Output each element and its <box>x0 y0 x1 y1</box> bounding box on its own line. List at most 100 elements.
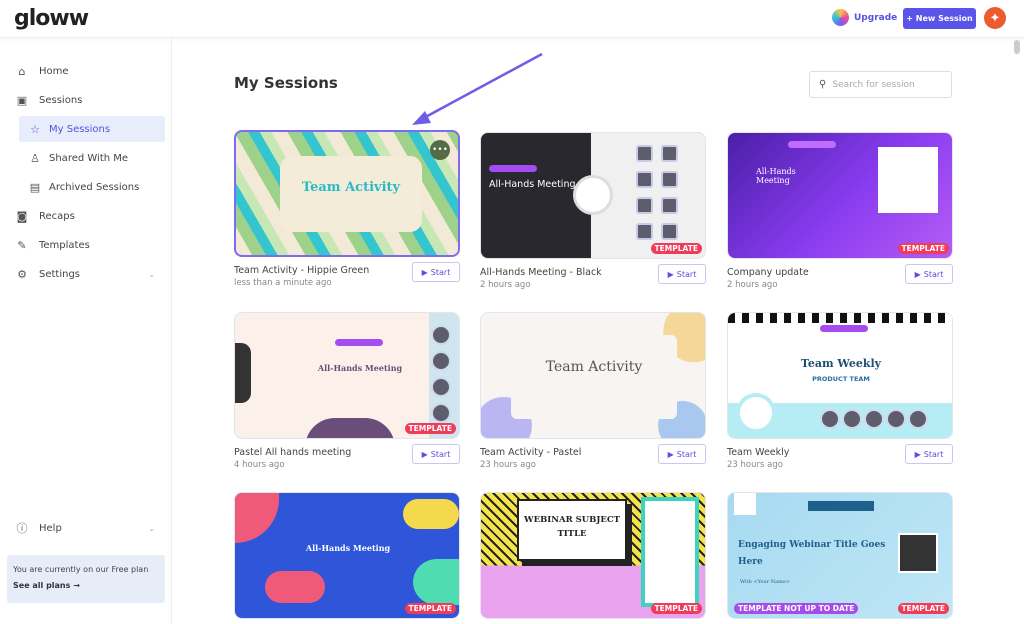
help-icon: ⓘ <box>16 522 28 535</box>
archive-icon: ▤ <box>29 180 41 194</box>
session-time: 2 hours ago <box>727 280 778 290</box>
session-thumbnail[interactable]: Team Weekly PRODUCT TEAM <box>727 312 953 439</box>
play-icon: ▶ <box>914 269 921 279</box>
session-title[interactable]: Team Activity - Pastel <box>480 447 581 458</box>
session-time: 23 hours ago <box>727 460 783 470</box>
participant-circle <box>431 377 451 397</box>
session-title[interactable]: Pastel All hands meeting <box>234 447 351 458</box>
template-badge: TEMPLATE <box>897 603 949 614</box>
start-button[interactable]: ▶ Start <box>412 262 460 282</box>
thumb-subtitle: With <Your Name> <box>740 579 790 585</box>
shape <box>235 343 251 403</box>
thumb-title: WEBINAR SUBJECT TITLE <box>524 515 620 539</box>
session-time: 4 hours ago <box>234 460 285 470</box>
participant-circle <box>908 409 928 429</box>
sidebar-item-shared-with-me[interactable]: ♙ Shared With Me <box>6 145 165 171</box>
camera-circle <box>736 393 776 433</box>
sidebar-item-settings[interactable]: ⚙ Settings ⌄ <box>6 261 165 287</box>
start-button[interactable]: ▶ Start <box>412 444 460 464</box>
sidebar-item-archived-sessions[interactable]: ▤ Archived Sessions <box>6 174 165 200</box>
upgrade-label: Upgrade <box>854 12 898 23</box>
label: Shared With Me <box>49 152 129 164</box>
chevron-down-icon: ⌄ <box>148 269 155 279</box>
label: Help <box>39 522 62 534</box>
avatar[interactable]: ✦ <box>984 7 1006 29</box>
shape <box>235 493 279 543</box>
chevron-down-icon: ⌄ <box>148 523 155 533</box>
session-card[interactable]: Team Activity ••• Team Activity - Hippie… <box>234 130 460 288</box>
gloww-logo[interactable]: gloww <box>14 6 89 31</box>
participant-circle <box>886 409 906 429</box>
session-card[interactable]: WEBINAR SUBJECT TITLE TEMPLATE <box>480 492 706 619</box>
participant-tile <box>661 223 678 240</box>
session-thumbnail[interactable]: All-Hands Meeting TEMPLATE <box>234 312 460 439</box>
participant-tile <box>636 171 653 188</box>
scrollbar[interactable] <box>1014 40 1020 54</box>
new-session-button[interactable]: + New Session <box>903 8 976 29</box>
session-card[interactable]: Team Activity Team Activity - Pastel 23 … <box>480 312 706 470</box>
session-card[interactable]: All-Hands Meeting TEMPLATE Pastel All ha… <box>234 312 460 470</box>
session-title[interactable]: Company update <box>727 267 809 278</box>
participant-circle <box>842 409 862 429</box>
start-button[interactable]: ▶ Start <box>658 264 706 284</box>
camera-circle <box>573 175 613 215</box>
checker-strip <box>728 313 952 323</box>
session-thumbnail[interactable]: All-Hands Meeting TEMPLATE <box>480 132 706 259</box>
template-badge: TEMPLATE <box>404 603 456 614</box>
thumb-title: All-Hands Meeting <box>317 363 403 373</box>
plan-text: You are currently on our Free plan <box>13 565 149 574</box>
start-label: Start <box>923 269 944 279</box>
thumb-title: Team Weekly <box>800 357 882 370</box>
session-card[interactable]: All-Hands Meeting TEMPLATE <box>234 492 460 619</box>
sessions-icon: ▣ <box>16 93 28 107</box>
play-icon: ▶ <box>914 449 921 459</box>
sidebar-item-help[interactable]: ⓘ Help ⌄ <box>6 515 165 541</box>
session-thumbnail[interactable]: WEBINAR SUBJECT TITLE TEMPLATE <box>480 492 706 619</box>
shape <box>265 571 325 603</box>
session-title[interactable]: All-Hands Meeting - Black <box>480 267 602 278</box>
session-thumbnail[interactable]: Engaging Webinar Title Goes Here With <Y… <box>727 492 953 619</box>
start-button[interactable]: ▶ Start <box>658 444 706 464</box>
templates-icon: ✎ <box>17 238 27 252</box>
see-all-plans-link[interactable]: See all plans → <box>13 581 159 590</box>
star-icon: ☆ <box>30 122 40 136</box>
upgrade-button[interactable]: Upgrade <box>832 9 897 26</box>
sidebar-item-templates[interactable]: ✎ Templates <box>6 232 165 258</box>
participant-tile <box>636 223 653 240</box>
sidebar-item-home[interactable]: ⌂ Home <box>6 58 165 84</box>
search-input[interactable]: ⚲ Search for session <box>809 71 952 98</box>
thumb-pill <box>820 325 868 332</box>
session-card[interactable]: All-Hands Meeting TEMPLATE All-Hands Mee… <box>480 132 706 290</box>
start-button[interactable]: ▶ Start <box>905 264 953 284</box>
sidebar-item-recaps[interactable]: ◙ Recaps <box>6 203 165 229</box>
label: Settings <box>39 268 81 280</box>
camera-frame <box>641 497 699 607</box>
shared-icon: ♙ <box>30 151 40 165</box>
session-title[interactable]: Team Activity - Hippie Green <box>234 265 369 276</box>
sidebar-item-my-sessions[interactable]: ☆ My Sessions <box>19 116 165 142</box>
template-badge: TEMPLATE <box>404 423 456 434</box>
start-button[interactable]: ▶ Start <box>905 444 953 464</box>
play-icon: ▶ <box>667 269 674 279</box>
thumb-pill <box>335 339 383 346</box>
session-thumbnail[interactable]: Team Activity <box>480 312 706 439</box>
session-title[interactable]: Team Weekly <box>727 447 789 458</box>
session-card[interactable]: All-Hands Meeting TEMPLATE Company updat… <box>727 132 953 290</box>
session-thumbnail[interactable]: Team Activity ••• <box>234 130 460 257</box>
thumb-subtitle: PRODUCT TEAM <box>812 375 870 383</box>
session-thumbnail[interactable]: All-Hands Meeting TEMPLATE <box>234 492 460 619</box>
main-content: My Sessions ⚲ Search for session Team Act… <box>172 38 1024 624</box>
shape <box>413 559 459 605</box>
gem-icon <box>832 9 849 26</box>
more-options-icon[interactable]: ••• <box>430 140 450 160</box>
session-card[interactable]: Engaging Webinar Title Goes Here With <Y… <box>727 492 953 619</box>
session-thumbnail[interactable]: All-Hands Meeting TEMPLATE <box>727 132 953 259</box>
shape <box>734 493 756 515</box>
thumb-panel <box>511 335 677 419</box>
thumb-title: All-Hands Meeting <box>489 179 576 190</box>
start-label: Start <box>430 449 451 459</box>
sidebar-item-sessions[interactable]: ▣ Sessions <box>6 87 165 113</box>
thumb-title: All-Hands Meeting <box>756 167 796 185</box>
session-card[interactable]: Team Weekly PRODUCT TEAM Team Weekly 23 … <box>727 312 953 470</box>
session-time: less than a minute ago <box>234 278 332 288</box>
